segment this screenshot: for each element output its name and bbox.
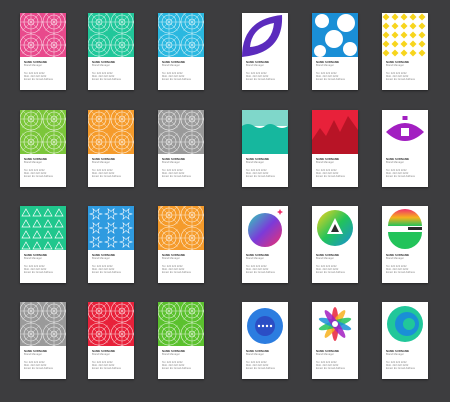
card-email: Email. Ex: Email Address <box>386 78 415 82</box>
card-pattern-mandala <box>20 302 66 346</box>
card-pattern-triangle-circle <box>312 206 358 250</box>
business-card: NAME SURNAME Brand Manager Tel. 222 222 22… <box>88 13 134 90</box>
card-email: Email. Ex: Email Address <box>316 367 345 371</box>
card-pattern-waves <box>242 110 288 154</box>
business-card: NAME SURNAME Brand Manager Tel. 222 222 22… <box>158 13 204 90</box>
card-contact-block: NAME SURNAME Brand Manager Tel. 222 222 22… <box>92 158 132 178</box>
business-card: NAME SURNAME Brand Manager Tel. 222 222 22… <box>312 110 358 187</box>
business-card: NAME SURNAME Brand Manager Tel. 222 222 22… <box>312 302 358 379</box>
card-email: Email. Ex: Email Address <box>24 175 53 179</box>
card-pattern-triangles <box>20 206 66 250</box>
card-email: Email. Ex: Email Address <box>246 271 275 275</box>
business-card: NAME SURNAME Brand Manager Tel. 222 222 22… <box>382 206 428 283</box>
card-contact-block: NAME SURNAME Brand Manager Tel. 222 222 22… <box>162 350 202 370</box>
card-contact-block: NAME SURNAME Brand Manager Tel. 222 222 22… <box>92 254 132 274</box>
card-pattern-mandala <box>88 13 134 57</box>
card-contact-block: NAME SURNAME Brand Manager Tel. 222 222 22… <box>316 350 356 370</box>
business-card: NAME SURNAME Brand Manager Tel. 222 222 22… <box>242 206 288 283</box>
card-contact-block: NAME SURNAME Brand Manager Tel. 222 222 22… <box>92 350 132 370</box>
card-email: Email. Ex: Email Address <box>92 271 121 275</box>
card-contact-block: NAME SURNAME Brand Manager Tel. 222 222 22… <box>24 158 64 178</box>
card-pattern-flower <box>312 302 358 346</box>
card-contact-block: NAME SURNAME Brand Manager Tel. 222 222 22… <box>386 61 426 81</box>
business-card: NAME SURNAME Brand Manager Tel. 222 222 22… <box>242 13 288 90</box>
business-card: NAME SURNAME Brand Manager Tel. 222 222 22… <box>158 110 204 187</box>
card-contact-block: NAME SURNAME Brand Manager Tel. 222 222 22… <box>246 254 286 274</box>
card-pattern-mandala <box>88 302 134 346</box>
card-email: Email. Ex: Email Address <box>24 78 53 82</box>
card-email: Email. Ex: Email Address <box>316 175 345 179</box>
business-card: NAME SURNAME Brand Manager Tel. 222 222 22… <box>158 302 204 379</box>
business-card: NAME SURNAME Brand Manager Tel. 222 222 22… <box>382 13 428 90</box>
card-email: Email. Ex: Email Address <box>386 271 415 275</box>
card-pattern-mandala <box>158 302 204 346</box>
card-pattern-gradient-circle <box>242 206 288 250</box>
card-pattern-spiral <box>382 302 428 346</box>
card-email: Email. Ex: Email Address <box>162 78 191 82</box>
card-pattern-leaf <box>242 13 288 57</box>
card-pattern-stars <box>88 206 134 250</box>
card-contact-block: NAME SURNAME Brand Manager Tel. 222 222 22… <box>92 61 132 81</box>
card-email: Email. Ex: Email Address <box>316 78 345 82</box>
business-card: NAME SURNAME Brand Manager Tel. 222 222 22… <box>20 206 66 283</box>
business-card-mockup-sheet: { "card_text": { "name": "NAME SURNAME",… <box>0 0 450 402</box>
card-contact-block: NAME SURNAME Brand Manager Tel. 222 222 22… <box>246 61 286 81</box>
card-pattern-diamonds <box>382 13 428 57</box>
card-pattern-dots-circle <box>242 302 288 346</box>
card-email: Email. Ex: Email Address <box>92 78 121 82</box>
card-contact-block: NAME SURNAME Brand Manager Tel. 222 222 22… <box>316 158 356 178</box>
card-email: Email. Ex: Email Address <box>316 271 345 275</box>
business-card: NAME SURNAME Brand Manager Tel. 222 222 22… <box>20 302 66 379</box>
business-card: NAME SURNAME Brand Manager Tel. 222 222 22… <box>88 110 134 187</box>
card-pattern-mandala <box>158 206 204 250</box>
card-pattern-zigzag <box>312 110 358 154</box>
business-card: NAME SURNAME Brand Manager Tel. 222 222 22… <box>20 13 66 90</box>
card-email: Email. Ex: Email Address <box>92 175 121 179</box>
business-card: NAME SURNAME Brand Manager Tel. 222 222 22… <box>20 110 66 187</box>
card-pattern-eye <box>382 110 428 154</box>
card-contact-block: NAME SURNAME Brand Manager Tel. 222 222 22… <box>24 254 64 274</box>
card-email: Email. Ex: Email Address <box>162 367 191 371</box>
card-contact-block: NAME SURNAME Brand Manager Tel. 222 222 22… <box>162 61 202 81</box>
business-card: NAME SURNAME Brand Manager Tel. 222 222 22… <box>88 302 134 379</box>
card-email: Email. Ex: Email Address <box>162 175 191 179</box>
business-card: NAME SURNAME Brand Manager Tel. 222 222 22… <box>382 110 428 187</box>
card-email: Email. Ex: Email Address <box>246 175 275 179</box>
card-pattern-mandala <box>88 110 134 154</box>
card-contact-block: NAME SURNAME Brand Manager Tel. 222 222 22… <box>246 158 286 178</box>
business-card: NAME SURNAME Brand Manager Tel. 222 222 22… <box>242 302 288 379</box>
card-email: Email. Ex: Email Address <box>386 367 415 371</box>
card-email: Email. Ex: Email Address <box>246 367 275 371</box>
card-pattern-mandala <box>158 110 204 154</box>
business-card: NAME SURNAME Brand Manager Tel. 222 222 22… <box>158 206 204 283</box>
card-pattern-sunset <box>382 206 428 250</box>
card-contact-block: NAME SURNAME Brand Manager Tel. 222 222 22… <box>162 254 202 274</box>
business-card: NAME SURNAME Brand Manager Tel. 222 222 22… <box>382 302 428 379</box>
business-card: NAME SURNAME Brand Manager Tel. 222 222 22… <box>88 206 134 283</box>
card-pattern-mandala <box>20 110 66 154</box>
card-email: Email. Ex: Email Address <box>24 367 53 371</box>
card-contact-block: NAME SURNAME Brand Manager Tel. 222 222 22… <box>316 254 356 274</box>
business-card: NAME SURNAME Brand Manager Tel. 222 222 22… <box>312 13 358 90</box>
card-email: Email. Ex: Email Address <box>246 78 275 82</box>
business-card: NAME SURNAME Brand Manager Tel. 222 222 22… <box>312 206 358 283</box>
card-contact-block: NAME SURNAME Brand Manager Tel. 222 222 22… <box>24 61 64 81</box>
card-email: Email. Ex: Email Address <box>386 175 415 179</box>
card-contact-block: NAME SURNAME Brand Manager Tel. 222 222 22… <box>246 350 286 370</box>
business-card: NAME SURNAME Brand Manager Tel. 222 222 22… <box>242 110 288 187</box>
card-email: Email. Ex: Email Address <box>24 271 53 275</box>
card-contact-block: NAME SURNAME Brand Manager Tel. 222 222 22… <box>162 158 202 178</box>
card-pattern-mandala <box>20 13 66 57</box>
card-email: Email. Ex: Email Address <box>162 271 191 275</box>
card-pattern-circles <box>312 13 358 57</box>
card-contact-block: NAME SURNAME Brand Manager Tel. 222 222 22… <box>386 158 426 178</box>
card-contact-block: NAME SURNAME Brand Manager Tel. 222 222 22… <box>386 350 426 370</box>
card-contact-block: NAME SURNAME Brand Manager Tel. 222 222 22… <box>316 61 356 81</box>
card-pattern-mandala <box>158 13 204 57</box>
card-contact-block: NAME SURNAME Brand Manager Tel. 222 222 22… <box>386 254 426 274</box>
card-email: Email. Ex: Email Address <box>92 367 121 371</box>
card-contact-block: NAME SURNAME Brand Manager Tel. 222 222 22… <box>24 350 64 370</box>
